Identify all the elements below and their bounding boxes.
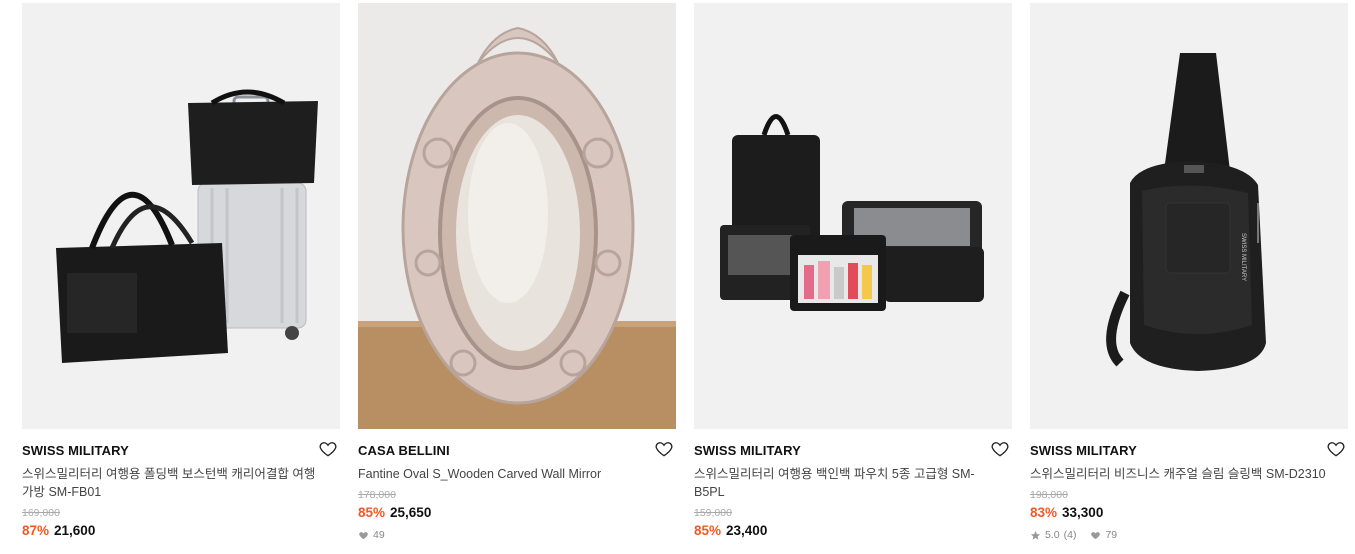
product-image-wall-mirror[interactable] <box>358 3 676 429</box>
discount-rate: 85% <box>358 505 386 520</box>
sale-price: 23,400 <box>726 523 768 538</box>
price-row: 87% 21,600 <box>22 522 340 540</box>
price-row: 83% 33,300 <box>1030 504 1348 522</box>
discount-rate: 83% <box>1030 505 1058 520</box>
original-price: 198,000 <box>1030 489 1068 501</box>
star-icon <box>1030 530 1041 540</box>
product-title[interactable]: 스위스밀리터리 비즈니스 캐주얼 슬림 슬링백 SM-D2310 <box>1030 465 1348 483</box>
price-row: 85% 25,650 <box>358 504 676 522</box>
discount-rate: 85% <box>694 523 722 538</box>
product-card[interactable]: SWISS MILITARY 스위스밀리터리 여행용 폴딩백 보스턴백 캐리어결… <box>22 3 340 540</box>
product-brand: SWISS MILITARY <box>22 443 129 458</box>
discount-rate: 87% <box>22 523 50 538</box>
heart-filled-icon <box>1091 531 1101 539</box>
product-brand: CASA BELLINI <box>358 443 450 458</box>
product-grid: SWISS MILITARY 스위스밀리터리 여행용 폴딩백 보스턴백 캐리어결… <box>0 0 1355 554</box>
wishlist-heart-icon[interactable] <box>990 439 1010 459</box>
product-card[interactable]: SWISS MILITARY 스위스밀리터리 여행용 백인백 파우치 5종 고급… <box>694 3 1012 540</box>
wishlist-heart-icon[interactable] <box>654 439 674 459</box>
review-count: (4) <box>1063 529 1077 541</box>
product-title[interactable]: 스위스밀리터리 여행용 폴딩백 보스턴백 캐리어결합 여행가방 SM-FB01 <box>22 465 340 501</box>
sale-price: 33,300 <box>1062 505 1104 520</box>
product-image-pouch-set[interactable] <box>694 3 1012 429</box>
sale-price: 21,600 <box>54 523 96 538</box>
product-meta: 49 <box>358 528 676 542</box>
rating-value: 5.0 <box>1045 529 1060 541</box>
product-brand: SWISS MILITARY <box>694 443 801 458</box>
product-image-sling-bag[interactable]: SWISS MILITARY <box>1030 3 1348 429</box>
product-image-travel-bag[interactable] <box>22 3 340 429</box>
like-count: 79 <box>1105 529 1118 541</box>
original-price: 178,000 <box>358 489 396 501</box>
product-title[interactable]: Fantine Oval S_Wooden Carved Wall Mirror <box>358 465 676 483</box>
sale-price: 25,650 <box>390 505 432 520</box>
heart-filled-icon <box>359 531 368 539</box>
product-brand: SWISS MILITARY <box>1030 443 1137 458</box>
product-title[interactable]: 스위스밀리터리 여행용 백인백 파우치 5종 고급형 SM-B5PL <box>694 465 1012 501</box>
original-price: 159,000 <box>694 507 732 519</box>
product-meta: 5.0 (4) 79 <box>1030 528 1348 542</box>
wishlist-heart-icon[interactable] <box>318 439 338 459</box>
product-card[interactable]: CASA BELLINI Fantine Oval S_Wooden Carve… <box>358 3 676 542</box>
like-count: 49 <box>373 529 385 541</box>
svg-text:SWISS MILITARY: SWISS MILITARY <box>1240 233 1246 281</box>
product-card[interactable]: SWISS MILITARY SWISS MILITARY 스위스밀리터리 비즈… <box>1030 3 1348 542</box>
original-price: 169,000 <box>22 507 60 519</box>
price-row: 85% 23,400 <box>694 522 1012 540</box>
wishlist-heart-icon[interactable] <box>1326 439 1346 459</box>
